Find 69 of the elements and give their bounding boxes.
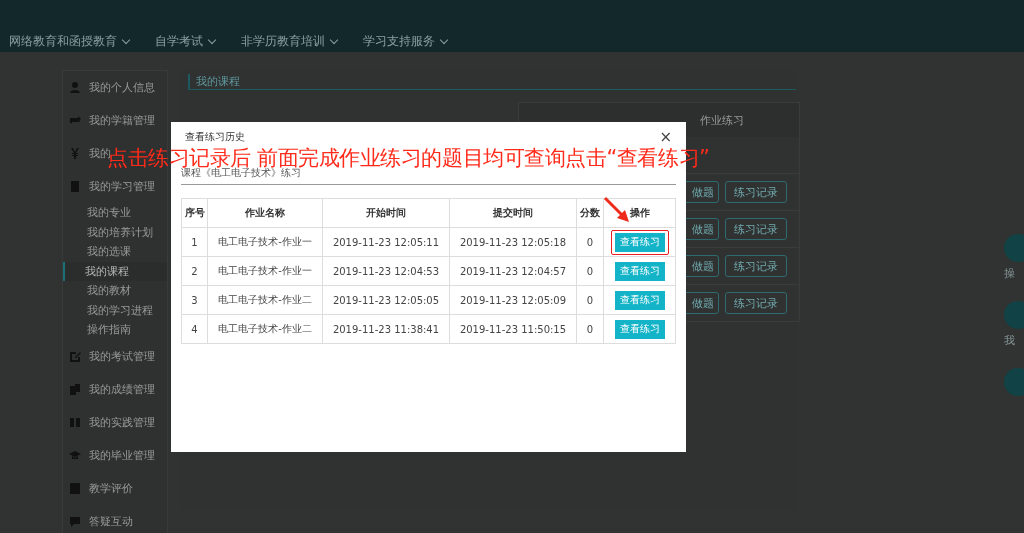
edit-icon — [69, 349, 81, 363]
nav-menu-item[interactable]: 非学历教育培训 — [241, 33, 337, 50]
nav-menu-item[interactable]: 自学考试 — [155, 33, 215, 50]
files-icon — [69, 382, 81, 396]
view-practice-button[interactable]: 查看练习 — [614, 319, 665, 339]
tool-label: 操 — [1004, 266, 1015, 281]
sidebar-item[interactable]: 我的成绩管理 — [69, 381, 155, 397]
sidebar-subitem[interactable]: 我的学习进程 — [63, 300, 167, 320]
sidebar-subitem[interactable]: 我的课程 — [63, 261, 167, 281]
sidebar-subitem[interactable]: 我的培养计划 — [63, 222, 167, 242]
arrow-icon — [603, 196, 631, 224]
table-cell: 3 — [181, 285, 208, 315]
table-cell: 0 — [576, 314, 604, 344]
table-cell: 0 — [576, 227, 604, 257]
tool-label: 我 — [1004, 333, 1015, 348]
table-cell: 0 — [576, 285, 604, 315]
view-practice-button[interactable]: 查看练习 — [614, 261, 665, 281]
panel-title: 我的课程 — [188, 74, 240, 89]
table-cell: 电工电子技术-作业一 — [207, 256, 323, 286]
column-header: 提交时间 — [449, 198, 577, 228]
sidebar-item[interactable]: 我的 — [69, 146, 111, 161]
table-cell: 电工电子技术-作业一 — [207, 227, 323, 257]
table-cell: 电工电子技术-作业二 — [207, 314, 323, 344]
yen-icon — [69, 147, 81, 160]
nav-menu-item[interactable]: 网络教育和函授教育 — [9, 33, 129, 50]
table-cell: 2019-11-23 12:05:05 — [322, 285, 450, 315]
table-cell: 2019-11-23 11:50:15 — [449, 314, 577, 344]
sidebar-item[interactable]: 我的个人信息 — [69, 80, 155, 95]
sidebar-subitem[interactable]: 我的教材 — [63, 281, 167, 301]
column-header: 分数 — [576, 198, 604, 228]
sidebar-subitem[interactable]: 我的专业 — [63, 203, 167, 223]
record-button[interactable]: 练习记录 — [725, 255, 787, 277]
record-button[interactable]: 练习记录 — [725, 292, 787, 314]
sidebar-item[interactable]: 我的学习管理 — [69, 179, 155, 194]
board-icon — [69, 415, 81, 429]
nav-menu-item[interactable]: 学习支持服务 — [363, 33, 447, 50]
person-icon — [69, 81, 81, 94]
graduation-cap-icon — [69, 448, 81, 462]
sidebar-subitem[interactable]: 我的选课 — [63, 242, 167, 262]
table-cell: 2019-11-23 12:04:57 — [449, 256, 577, 286]
table-cell: 2019-11-23 12:05:18 — [449, 227, 577, 257]
table-cell: 0 — [576, 256, 604, 286]
table-cell: 4 — [181, 314, 208, 344]
sidebar-item[interactable]: 我的实践管理 — [69, 414, 155, 430]
tool-circle-icon[interactable] — [1004, 301, 1024, 329]
table-cell: 1 — [181, 227, 208, 257]
sidebar-item[interactable]: 我的学籍管理 — [69, 113, 155, 128]
sidebar-subitem[interactable]: 操作指南 — [63, 320, 167, 340]
view-practice-button[interactable]: 查看练习 — [614, 232, 665, 252]
tool-circle-icon[interactable] — [1004, 368, 1024, 396]
chat-icon — [69, 514, 81, 528]
sidebar-item[interactable]: 教学评价 — [69, 480, 133, 496]
view-practice-button[interactable]: 查看练习 — [614, 290, 665, 310]
table-cell: 电工电子技术-作业二 — [207, 285, 323, 315]
sidebar-item[interactable]: 我的毕业管理 — [69, 447, 155, 463]
column-header: 开始时间 — [322, 198, 450, 228]
record-button[interactable]: 练习记录 — [725, 218, 787, 240]
column-header: 作业名称 — [207, 198, 323, 228]
table-cell: 2019-11-23 12:04:53 — [322, 256, 450, 286]
sidebar-item[interactable]: 我的考试管理 — [69, 348, 155, 364]
table-cell: 2019-11-23 12:05:09 — [449, 285, 577, 315]
table-cell: 2019-11-23 11:38:41 — [322, 314, 450, 344]
sidebar-item[interactable]: 答疑互动 — [69, 513, 133, 529]
record-button[interactable]: 练习记录 — [725, 181, 787, 203]
table-cell: 2019-11-23 12:05:11 — [322, 227, 450, 257]
tool-circle-icon[interactable] — [1004, 234, 1024, 262]
column-header: 序号 — [181, 198, 208, 228]
table-cell: 2 — [181, 256, 208, 286]
modal-title: 查看练习历史 — [185, 130, 245, 144]
